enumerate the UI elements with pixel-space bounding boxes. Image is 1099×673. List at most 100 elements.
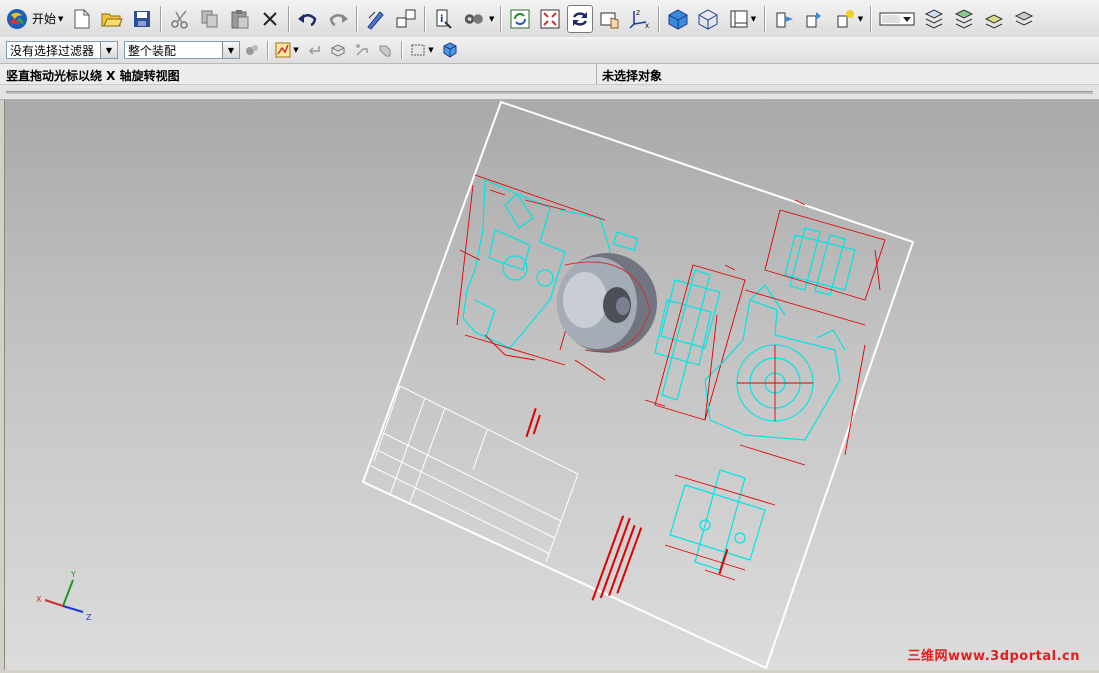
cut-icon xyxy=(171,10,189,29)
solid-icon xyxy=(443,42,457,58)
selection-filter-select[interactable]: 没有选择过滤器 ▼ xyxy=(6,41,118,59)
splitter-bar[interactable] xyxy=(0,85,1099,100)
scale-note xyxy=(525,407,541,438)
view-up-button[interactable] xyxy=(801,5,827,33)
wcs-button[interactable]: ZX xyxy=(627,5,653,33)
selection-status: 未选择对象 xyxy=(602,69,663,83)
shaded-icon xyxy=(668,8,688,30)
axis-y-label: Y xyxy=(70,570,76,579)
orient-icon xyxy=(776,12,794,27)
paste-button[interactable] xyxy=(227,5,253,33)
new-icon xyxy=(74,9,90,28)
chevron-down-icon: ▼ xyxy=(428,46,434,54)
delete-icon xyxy=(263,11,278,26)
view-label xyxy=(718,548,729,575)
toolbar-separator xyxy=(870,5,873,32)
layer1-icon xyxy=(925,8,944,29)
drawing-button[interactable]: ▼ xyxy=(725,5,759,33)
layer-button-4[interactable] xyxy=(1011,5,1037,33)
filter-options-button[interactable] xyxy=(241,39,263,61)
refresh-button[interactable] xyxy=(507,5,533,33)
info-button[interactable]: i xyxy=(431,5,457,33)
toolbar-separator xyxy=(160,5,163,32)
scope-value: 整个装配 xyxy=(128,43,177,58)
box-select-icon xyxy=(411,44,425,56)
rotate-icon xyxy=(573,11,588,26)
undo-button[interactable] xyxy=(295,5,321,33)
new-button[interactable] xyxy=(69,5,95,33)
toolbar-separator xyxy=(267,41,269,59)
display-mode-button[interactable] xyxy=(877,5,917,33)
chevron-down-icon: ▼ xyxy=(222,42,239,58)
top-right-view xyxy=(784,227,856,296)
orient-view-button[interactable] xyxy=(771,5,797,33)
start-icon xyxy=(7,8,27,29)
edit-object-button[interactable] xyxy=(363,5,389,33)
constraint-icon xyxy=(379,45,391,57)
toolbar-separator xyxy=(401,41,403,59)
redo-button[interactable] xyxy=(325,5,351,33)
open-button[interactable] xyxy=(99,5,125,33)
drawing-canvas[interactable]: Y X Z xyxy=(5,100,1099,670)
open-icon xyxy=(101,13,124,26)
start-button[interactable]: 开始 ▼ xyxy=(0,4,67,34)
main-toolbar: 开始 ▼ i ▼ Z X ▼ ▼ xyxy=(0,0,1099,38)
chevron-down-icon: ▼ xyxy=(293,46,299,54)
snap-point-button[interactable]: ▼ xyxy=(273,39,301,61)
fit-icon xyxy=(540,9,560,28)
solid-select-button[interactable] xyxy=(439,39,461,61)
selection-filter-value: 没有选择过滤器 xyxy=(10,43,95,58)
title-block xyxy=(370,385,579,563)
layer-button-1[interactable] xyxy=(921,5,947,33)
wireframe-button[interactable] xyxy=(695,5,721,33)
fit-button[interactable] xyxy=(537,5,563,33)
cue-prompt: 竖直拖动光标以绕 X 轴旋转视图 xyxy=(6,69,180,83)
toolbar-separator xyxy=(424,5,427,32)
svg-text:Z: Z xyxy=(636,10,640,17)
graphics-window[interactable]: Y X Z 三维网www.3dportal.cn xyxy=(4,100,1099,670)
delete-button[interactable] xyxy=(257,5,283,33)
svg-text:i: i xyxy=(440,14,443,25)
paste-icon xyxy=(231,9,249,28)
view-button[interactable]: ▼ xyxy=(461,5,495,33)
save-icon xyxy=(134,10,151,27)
axis-z-label: Z xyxy=(86,613,92,622)
scope-select[interactable]: 整个装配 ▼ xyxy=(124,41,240,59)
section-view-dimensions xyxy=(644,264,746,421)
layout-icon xyxy=(396,9,416,27)
pan-icon xyxy=(600,12,619,28)
drawing-sheet xyxy=(361,100,915,670)
component-icon xyxy=(330,44,346,57)
layer-button-2[interactable] xyxy=(951,5,977,33)
layer2-icon xyxy=(955,8,974,29)
layer-button-3[interactable] xyxy=(981,5,1007,33)
chevron-down-icon: ▼ xyxy=(750,14,757,23)
pan-button[interactable] xyxy=(597,5,623,33)
view-light-button[interactable]: ▼ xyxy=(831,5,865,33)
layer3-icon xyxy=(985,13,1004,29)
bottom-view xyxy=(669,469,766,571)
rotate-button[interactable] xyxy=(567,4,594,33)
copy-icon xyxy=(201,10,218,27)
move-button[interactable] xyxy=(351,39,373,61)
box-select-button[interactable]: ▼ xyxy=(407,39,437,61)
bottom-view-dimensions xyxy=(664,474,776,581)
return-button[interactable] xyxy=(303,39,325,61)
sheet-border xyxy=(361,100,915,670)
copy-button[interactable] xyxy=(197,5,223,33)
svg-text:X: X xyxy=(645,23,649,30)
shaded-button[interactable] xyxy=(665,5,691,33)
wireframe-icon xyxy=(698,8,718,30)
layout-button[interactable] xyxy=(393,5,419,33)
constraint-button[interactable] xyxy=(375,39,397,61)
view-icon xyxy=(465,13,484,24)
undo-icon xyxy=(298,13,317,26)
save-button[interactable] xyxy=(129,5,155,33)
toolbar-separator xyxy=(764,5,767,32)
layer4-icon xyxy=(1015,10,1034,26)
cut-button[interactable] xyxy=(167,5,193,33)
refresh-icon xyxy=(510,9,530,28)
redo-icon xyxy=(330,13,349,26)
component-button[interactable] xyxy=(327,39,349,61)
wcs-icon: ZX xyxy=(629,10,650,30)
